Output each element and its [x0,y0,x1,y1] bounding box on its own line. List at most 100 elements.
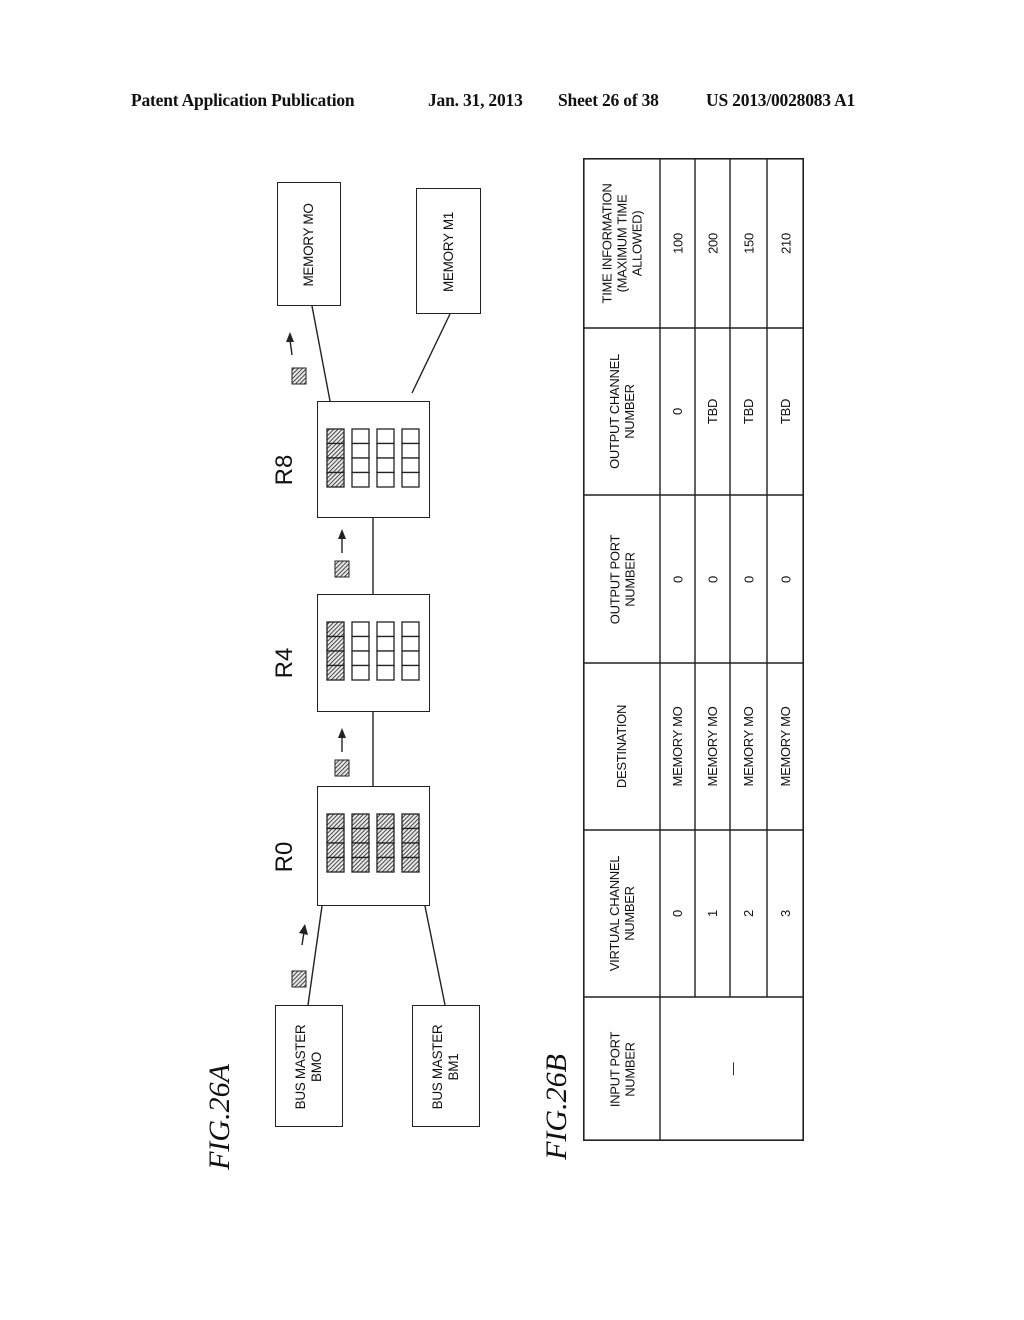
column-header: INPUT PORT NUMBER [606,1031,637,1107]
link-bm1-r0 [424,905,446,1006]
column-header: OUTPUT PORT NUMBER [606,534,637,624]
table-cell: TBD [705,398,720,425]
table-cell: 100 [670,232,685,254]
table-cell: 210 [778,232,793,254]
table-cell: 0 [670,575,685,583]
packet-icon [334,560,350,578]
arrow-up-icon [299,924,308,946]
buffer-slot-occupied [326,457,345,474]
table-cell: MEMORY MO [741,706,756,787]
buffer-slot-occupied [376,827,395,844]
buffer-slot-empty [401,442,420,459]
router-r8-label: R8 [271,454,298,486]
buffer-slot-empty [401,650,420,667]
buffer-slot-occupied [326,442,345,459]
buffer-slot-empty [351,621,370,638]
buffer-slot-empty [401,664,420,681]
table-cell: MEMORY MO [778,706,793,787]
memory-m1-label: MEMORY M1 [441,211,456,293]
arrow-up-icon [338,728,346,752]
router-r4 [317,594,430,712]
buffer-slot-empty [351,442,370,459]
arrow-up-icon [286,332,294,356]
fig-26b-label: FIG.26B [540,1054,573,1160]
table-cell: 0 [741,575,756,583]
table-cell: 200 [705,232,720,254]
router-r0-label: R0 [271,841,298,873]
buffer-slot-empty [376,428,395,445]
memory-m1: MEMORY M1 [416,188,481,314]
column-header: VIRTUAL CHANNEL NUMBER [606,855,637,972]
column-header: OUTPUT CHANNEL NUMBER [606,354,637,469]
buffer-slot-empty [351,664,370,681]
packet-icon [334,759,350,777]
buffer-slot-empty [351,457,370,474]
memory-m0-label: MEMORY MO [301,203,316,287]
buffer-slot-occupied [351,856,370,873]
buffer-slot-occupied [376,856,395,873]
buffer-slot-occupied [401,827,420,844]
table-cell: 0 [670,408,685,415]
buffer-slot-empty [351,428,370,445]
buffer-slot-empty [351,471,370,488]
buffer-slot-occupied [326,856,345,873]
table-cell: 0 [705,575,720,583]
buffer-slot-empty [401,471,420,488]
arrow-up-icon [338,529,346,553]
table-cell: 0 [778,575,793,583]
table-cell: MEMORY MO [670,706,685,787]
buffer-slot-occupied [326,842,345,859]
bus-master-bm1-label: BUS MASTER BM1 [430,1024,461,1110]
table-cell: TBD [778,398,793,425]
bus-master-bm0-label: BUS MASTER BMO [293,1024,324,1110]
buffer-slot-occupied [351,813,370,830]
buffer-slot-occupied [326,650,345,667]
router-r8 [317,401,430,518]
buffer-slot-occupied [401,842,420,859]
input-port-value: — [724,1062,740,1076]
packet-icon [291,367,307,385]
buffer-slot-empty [376,635,395,652]
buffer-slot-empty [401,621,420,638]
table-cell: 3 [778,910,793,917]
table-cell: TBD [741,398,756,425]
buffer-slot-occupied [351,842,370,859]
buffer-slot-occupied [351,827,370,844]
link-bm0-r0 [307,905,323,1006]
table-cell: MEMORY MO [705,706,720,787]
router-r4-label: R4 [271,647,298,679]
router-buffers [326,428,420,488]
buffer-slot-empty [376,442,395,459]
table-cell: 1 [705,910,720,917]
buffer-slot-occupied [376,813,395,830]
buffer-slot-occupied [401,813,420,830]
table-cell: 150 [741,232,756,254]
buffer-slot-empty [376,621,395,638]
memory-m0: MEMORY MO [277,182,341,306]
router-r0 [317,786,430,906]
buffer-slot-empty [351,635,370,652]
column-header: DESTINATION [614,704,629,789]
buffer-slot-empty [376,471,395,488]
packet-icon [291,970,307,988]
fig-26a-connections [286,305,451,1006]
buffer-slot-occupied [326,635,345,652]
buffer-slot-empty [376,650,395,667]
buffer-slot-empty [401,635,420,652]
router-buffers [326,813,420,873]
buffer-slot-occupied [326,664,345,681]
buffer-slot-occupied [401,856,420,873]
buffer-slot-occupied [326,621,345,638]
buffer-slot-occupied [326,471,345,488]
link-r8-m0 [311,305,331,402]
router-buffers [326,621,420,681]
buffer-slot-empty [401,428,420,445]
link-r8-m1 [411,313,451,394]
routing-table: INPUT PORT NUMBER VIRTUAL CHANNEL NUMBER DES… [583,158,804,1141]
buffer-slot-occupied [376,842,395,859]
buffer-slot-occupied [326,428,345,445]
buffer-slot-empty [401,457,420,474]
buffer-slot-occupied [326,827,345,844]
buffer-slot-empty [376,664,395,681]
fig-26a-label: FIG.26A [203,1064,236,1170]
